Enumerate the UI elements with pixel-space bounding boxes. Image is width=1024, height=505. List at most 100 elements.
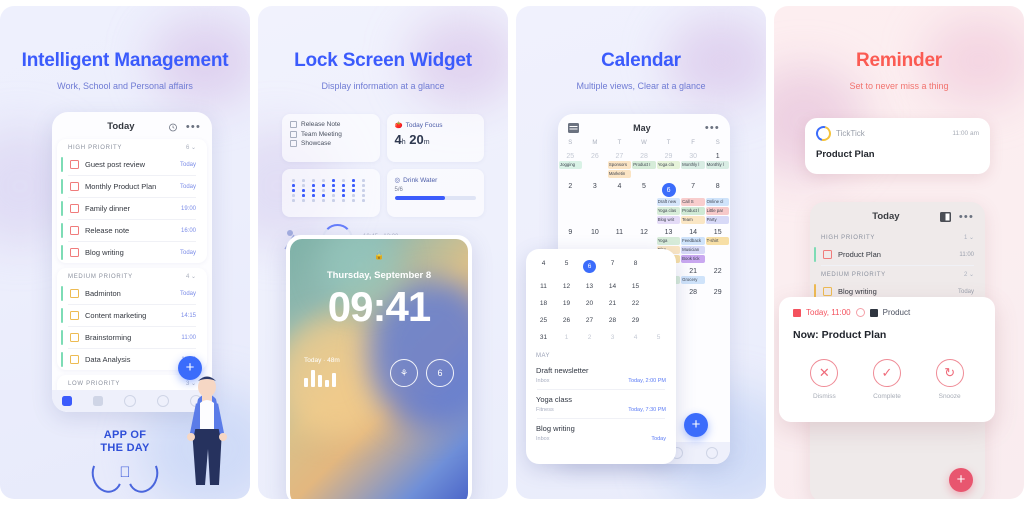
calendar-day[interactable]: 25 [558,149,583,161]
section-header[interactable]: MEDIUM PRIORITY 4 ⌄ [57,268,207,283]
calendar-day-selected[interactable]: 6 [656,179,681,198]
task-row[interactable]: Guest post review Today [57,154,207,175]
event-chip[interactable]: Book tick [681,255,705,263]
mini-day[interactable]: 7 [601,255,624,278]
task-row[interactable]: Blog writing Today [57,242,207,263]
mini-day[interactable]: 5 [555,255,578,278]
mini-day[interactable]: 18 [532,295,555,312]
mini-day[interactable]: 8 [624,255,647,278]
calendar-day[interactable]: 27 [607,149,632,161]
mini-day[interactable] [647,278,670,295]
mini-day[interactable]: 26 [555,312,578,329]
task-checkbox[interactable] [70,311,79,320]
nav-calendar-icon[interactable] [93,396,104,406]
calendar-day[interactable]: 21 [681,264,706,276]
task-row[interactable]: Product Plan 11:00 [810,244,985,265]
task-row[interactable]: Monthly Product Plan Today [57,176,207,197]
task-row[interactable]: Badminton Today [57,283,207,304]
mini-day[interactable]: 13 [578,278,601,295]
event-chip[interactable]: Monthly l [681,161,705,169]
calendar-day[interactable]: 5 [632,179,657,198]
event-chip[interactable]: Call S [681,198,705,206]
task-row[interactable]: Brainstorming 11:00 [57,327,207,348]
mini-day[interactable]: 5 [647,329,670,346]
more-icon[interactable]: ••• [186,121,201,132]
mini-day[interactable]: 22 [624,295,647,312]
calendar-day[interactable]: 12 [632,225,657,237]
event-chip[interactable]: Feedback [681,237,705,245]
nav-habit-icon[interactable] [156,395,169,407]
nav-settings-icon[interactable] [706,447,719,459]
mini-day[interactable]: 31 [532,329,555,346]
event-chip[interactable]: Online cl [705,198,729,206]
event-chip[interactable]: Sponsors [607,161,632,169]
mini-day[interactable]: 14 [601,278,624,295]
snooze-button[interactable]: ↻ Snooze [935,359,964,400]
widget-checklist[interactable]: Release Note Team Meeting Showcase [282,114,380,162]
mini-day[interactable]: 27 [578,312,601,329]
calendar-day[interactable]: 10 [583,225,608,237]
mini-day[interactable] [647,312,670,329]
calendar-day[interactable]: 3 [583,179,608,198]
mini-day[interactable]: 15 [624,278,647,295]
task-checkbox[interactable] [70,333,79,342]
calendar-day[interactable]: 28 [681,285,706,297]
task-checkbox[interactable] [70,226,79,235]
lockscreen-count-widget[interactable]: 6 [426,359,454,387]
event-chip[interactable]: Musician [681,246,705,254]
widget-habit-dots[interactable] [282,169,380,217]
more-icon[interactable]: ••• [705,123,720,134]
mini-day[interactable]: 2 [578,329,601,346]
mini-day[interactable]: 12 [555,278,578,295]
task-checkbox[interactable] [70,355,79,364]
calendar-day[interactable]: 28 [632,149,657,161]
calendar-day[interactable]: 4 [607,179,632,198]
task-row[interactable]: Family dinner 19:00 [57,198,207,219]
calendar-day[interactable]: 26 [583,149,608,161]
event-chip[interactable]: Draft new [656,198,681,206]
event-chip[interactable]: Party [705,216,729,224]
mini-day[interactable]: 20 [578,295,601,312]
lockscreen-habit-icon[interactable]: ⚘ [390,359,418,387]
calendar-day[interactable]: 30 [681,149,706,161]
notification-banner[interactable]: TickTick 11:00 am Product Plan [805,118,990,174]
event-chip[interactable]: Yoga clas [656,207,681,215]
event-chip[interactable]: Yoga cla [656,161,681,169]
mini-day-selected[interactable]: 6 [578,255,601,278]
mini-day[interactable]: 11 [532,278,555,295]
task-checkbox[interactable] [70,204,79,213]
section-header[interactable]: HIGH PRIORITY 1 ⌄ [810,229,985,244]
calendar-day[interactable]: 22 [705,264,730,276]
task-checkbox[interactable] [70,289,79,298]
agenda-item[interactable]: Yoga class Fitness Today, 7:30 PM [526,390,676,418]
widget-drink-water[interactable]: ◎ Drink Water 5/6 [386,169,484,217]
event-chip[interactable]: Marketin [607,170,632,178]
calendar-day[interactable]: 8 [705,179,730,198]
event-chip[interactable]: T-shirt [705,237,729,245]
calendar-day[interactable]: 14 [681,225,706,237]
nav-tasks-icon[interactable] [62,396,73,406]
event-chip[interactable]: Product l [681,207,705,215]
event-chip[interactable]: Monthly l [705,161,729,169]
add-task-fab[interactable]: + [949,468,973,492]
calendar-day[interactable]: 2 [558,179,583,198]
mini-day[interactable] [647,255,670,278]
task-checkbox[interactable] [823,287,832,296]
mini-day[interactable]: 4 [532,255,555,278]
complete-button[interactable]: ✓ Complete [872,359,901,400]
calendar-day[interactable]: 29 [705,285,730,297]
dismiss-button[interactable]: ✕ Dismiss [810,359,839,400]
mini-day[interactable]: 21 [601,295,624,312]
mini-day[interactable]: 3 [601,329,624,346]
lockscreen-stat-widget[interactable]: Today · 48m [304,357,340,387]
pomodoro-icon[interactable] [168,122,178,132]
section-header[interactable]: MEDIUM PRIORITY 2 ⌄ [810,266,985,281]
event-chip[interactable]: Little par [705,207,729,215]
event-chip[interactable]: Product I [632,161,656,169]
event-chip[interactable]: Yoga [656,237,681,245]
mini-day[interactable] [647,295,670,312]
event-chip[interactable]: Team [681,216,705,224]
agenda-item[interactable]: Draft newsletter Inbox Today, 2:00 PM [526,361,676,389]
calendar-day[interactable]: 9 [558,225,583,237]
mini-day[interactable]: 4 [624,329,647,346]
